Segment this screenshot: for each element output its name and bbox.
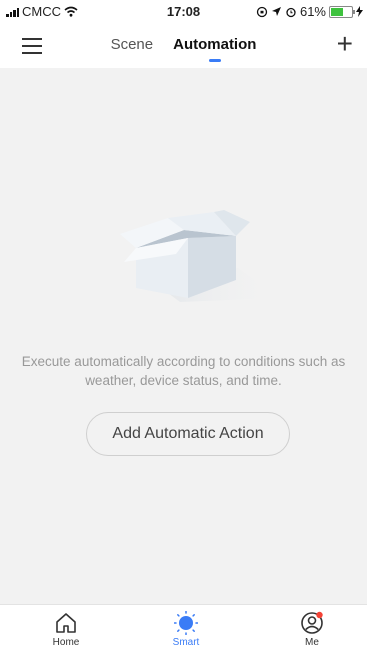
battery-percent: 61% — [299, 4, 326, 19]
tab-bar-home[interactable]: Home — [36, 611, 96, 648]
nav-bar: Scene Automation + — [0, 24, 367, 68]
plus-icon[interactable]: + — [337, 30, 353, 58]
alarm-icon — [286, 7, 296, 17]
status-bar: CMCC 17:08 61% — [0, 0, 367, 24]
rotation-lock-icon — [256, 6, 268, 17]
tab-bar-me-label: Me — [305, 637, 319, 648]
battery-icon — [329, 5, 355, 18]
header-tabs: Scene Automation — [0, 36, 367, 62]
tab-scene[interactable]: Scene — [111, 36, 154, 53]
tab-bar-smart[interactable]: Smart — [156, 611, 216, 648]
battery-fill — [331, 7, 343, 16]
charging-bolt-icon — [356, 6, 363, 17]
empty-state-description: Execute automatically according to condi… — [0, 352, 367, 390]
sun-icon — [174, 611, 198, 635]
tab-bar-me[interactable]: Me — [282, 611, 342, 648]
top-bar: CMCC 17:08 61% Scene Automation + — [0, 0, 367, 68]
add-automatic-action-button[interactable]: Add Automatic Action — [86, 412, 290, 456]
active-tab-indicator — [208, 59, 221, 62]
description-line-1: Execute automatically according to condi… — [21, 354, 346, 369]
home-icon — [56, 613, 76, 633]
user-icon — [301, 611, 323, 634]
tab-automation[interactable]: Automation — [173, 36, 257, 62]
open-box-icon — [120, 210, 280, 302]
tab-bar-home-label: Home — [52, 637, 80, 648]
notification-badge — [316, 611, 323, 619]
status-right: 61% — [256, 4, 363, 19]
location-arrow-icon — [271, 7, 281, 16]
description-line-2: weather, device status, and time. — [85, 373, 282, 388]
tab-automation-label: Automation — [173, 36, 257, 53]
tab-scene-label: Scene — [110, 36, 154, 53]
tab-bar-smart-label: Smart — [172, 637, 200, 648]
bottom-tab-bar: Home Smart Me — [0, 604, 367, 658]
